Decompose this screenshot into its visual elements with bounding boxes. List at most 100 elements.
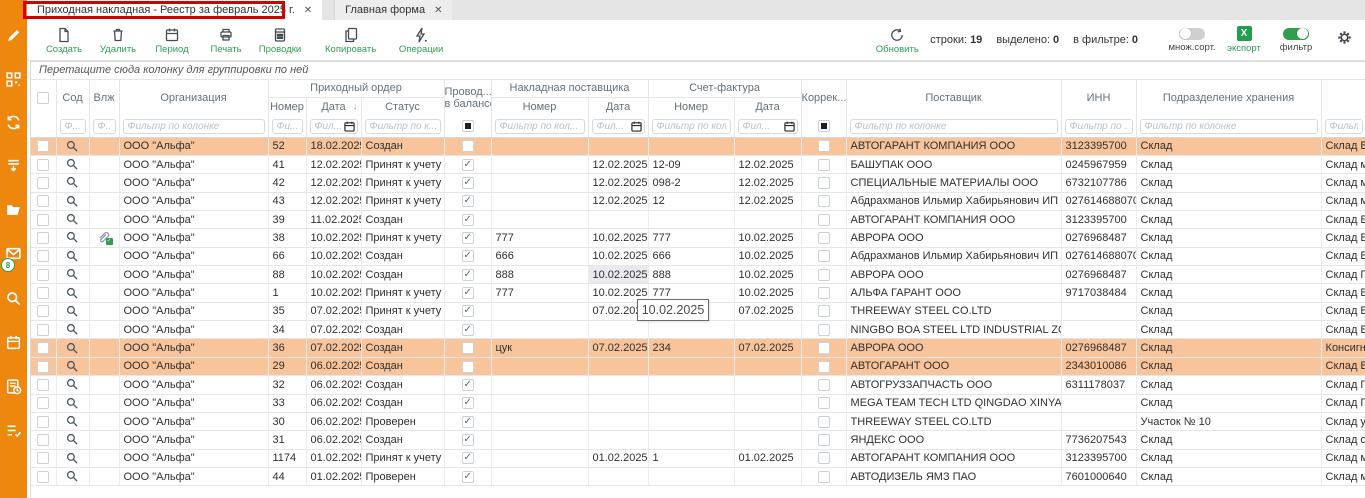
cell-organization[interactable]: ООО "Альфа"	[119, 357, 268, 375]
cell-order-number[interactable]: 88	[268, 266, 306, 284]
cell-order-date[interactable]: 06.02.2025	[306, 376, 361, 394]
cell-attachment[interactable]	[89, 467, 119, 485]
cell-facture-number[interactable]	[648, 431, 734, 449]
magnifier-icon[interactable]	[66, 287, 79, 300]
table-row[interactable]: ООО "Альфа"4112.02.2025Принят к учету12.…	[31, 155, 1365, 173]
cell-invoice-number[interactable]: 777	[491, 284, 588, 302]
cell-inn[interactable]: 9717038484	[1061, 284, 1136, 302]
cell-inn[interactable]	[1061, 321, 1136, 339]
folder-icon[interactable]	[5, 201, 22, 218]
correction-checkbox[interactable]	[818, 195, 830, 207]
magnifier-icon[interactable]	[66, 397, 79, 410]
cell-status[interactable]: Создан	[361, 394, 444, 412]
cell-invoice-date[interactable]	[588, 394, 648, 412]
cell-attachment[interactable]	[89, 394, 119, 412]
magnifier-icon[interactable]	[66, 231, 79, 244]
table-row[interactable]: ООО "Альфа"3206.02.2025СозданАВТОГРУЗЗАП…	[31, 376, 1365, 394]
posted-checkbox[interactable]	[462, 361, 474, 373]
cell-invoice-date[interactable]: 10.02.2025	[588, 229, 648, 247]
row-select-checkbox[interactable]	[37, 214, 49, 226]
cell-facture-number[interactable]: 12	[648, 192, 734, 210]
col-header-order-date[interactable]: Дата↓	[306, 97, 361, 116]
cell-invoice-number[interactable]	[491, 192, 588, 210]
cell-invoice-date[interactable]: 10.02.2025	[588, 266, 648, 284]
posted-checkbox[interactable]	[462, 287, 474, 299]
cell-status[interactable]: Создан	[361, 357, 444, 375]
cell-order-number[interactable]: 41	[268, 155, 306, 173]
cell-invoice-date[interactable]	[588, 321, 648, 339]
cell-inn[interactable]	[1061, 412, 1136, 430]
col-header-storage-dept[interactable]: Подразделение хранения	[1136, 80, 1321, 116]
cell-organization[interactable]: ООО "Альфа"	[119, 339, 268, 357]
posted-checkbox[interactable]	[462, 140, 474, 152]
magnifier-icon[interactable]	[66, 158, 79, 171]
magnifier-icon[interactable]	[66, 305, 79, 318]
cell-storage-dept-2[interactable]: Склад Ва	[1321, 321, 1365, 339]
magnifier-icon[interactable]	[66, 140, 79, 153]
cell-facture-date[interactable]	[734, 357, 801, 375]
cell-order-number[interactable]: 33	[268, 394, 306, 412]
cell-invoice-date[interactable]	[588, 376, 648, 394]
filter-inn-input[interactable]	[1065, 119, 1133, 134]
cell-facture-number[interactable]	[648, 376, 734, 394]
cell-storage-dept-2[interactable]: Склад ГП	[1321, 376, 1365, 394]
cell-order-number[interactable]: 29	[268, 357, 306, 375]
cell-order-number[interactable]: 44	[268, 467, 306, 485]
cell-storage-dept-2[interactable]: Склад ма	[1321, 155, 1365, 173]
correction-checkbox[interactable]	[818, 452, 830, 464]
cell-facture-number[interactable]	[648, 394, 734, 412]
cell-facture-date[interactable]	[734, 321, 801, 339]
cell-invoice-date[interactable]	[588, 357, 648, 375]
cell-invoice-number[interactable]	[491, 394, 588, 412]
posted-checkbox[interactable]	[462, 434, 474, 446]
cell-inn[interactable]	[1061, 302, 1136, 320]
cell-storage-dept-2[interactable]: Склад ГП	[1321, 394, 1365, 412]
col-header-correction[interactable]: Коррек...	[801, 80, 846, 116]
cell-storage-dept-2[interactable]: Склад уч	[1321, 412, 1365, 430]
cell-order-number[interactable]: 42	[268, 174, 306, 192]
cell-status[interactable]: Создан	[361, 376, 444, 394]
cell-organization[interactable]: ООО "Альфа"	[119, 137, 268, 155]
cell-status[interactable]: Принят к учету	[361, 229, 444, 247]
row-select-checkbox[interactable]	[37, 452, 49, 464]
cell-order-number[interactable]: 39	[268, 210, 306, 228]
cell-inn[interactable]: 0276968487	[1061, 229, 1136, 247]
print-queue-icon[interactable]	[5, 157, 22, 174]
cell-supplier[interactable]: АВРОРА ООО	[846, 266, 1061, 284]
search-icon[interactable]	[5, 290, 22, 307]
cell-supplier[interactable]: THREEWAY STEEL CO.LTD	[846, 302, 1061, 320]
cell-status[interactable]: Создан	[361, 210, 444, 228]
cell-invoice-number[interactable]	[491, 174, 588, 192]
filter-storage-dept-input[interactable]	[1140, 119, 1318, 134]
cell-attachment[interactable]	[89, 321, 119, 339]
cell-order-date[interactable]: 12.02.2025	[306, 174, 361, 192]
table-row[interactable]: ✓ООО "Альфа"3810.02.2025Принят к учету77…	[31, 229, 1365, 247]
cell-organization[interactable]: ООО "Альфа"	[119, 247, 268, 265]
operations-button[interactable]: Операции	[398, 25, 444, 55]
col-header-organization[interactable]: Организация	[119, 80, 268, 116]
cell-facture-date[interactable]: 01.02.2025	[734, 449, 801, 467]
cell-attachment[interactable]	[89, 412, 119, 430]
cell-storage-dept[interactable]: Склад	[1136, 229, 1321, 247]
cell-order-number[interactable]: 35	[268, 302, 306, 320]
filter-supplier-input[interactable]	[850, 119, 1058, 134]
filter-order-number-input[interactable]	[272, 119, 303, 134]
cell-order-date[interactable]: 07.02.2025	[306, 321, 361, 339]
col-header-attachments[interactable]: Влж	[89, 80, 119, 116]
correction-checkbox[interactable]	[818, 177, 830, 189]
export-button[interactable]: X экспорт	[1218, 26, 1270, 54]
cell-facture-number[interactable]: 1	[648, 449, 734, 467]
cell-storage-dept-2[interactable]: Склад ма	[1321, 467, 1365, 485]
cell-storage-dept-2[interactable]: Склад БИ	[1321, 229, 1365, 247]
cell-status[interactable]: Принят к учету	[361, 302, 444, 320]
cell-invoice-number[interactable]: 777	[491, 229, 588, 247]
magnifier-icon[interactable]	[66, 176, 79, 189]
cell-invoice-number[interactable]: цук	[491, 339, 588, 357]
cell-inn[interactable]: 3123395700	[1061, 210, 1136, 228]
cell-facture-number[interactable]	[648, 412, 734, 430]
cell-invoice-date[interactable]	[588, 210, 648, 228]
table-row[interactable]: ООО "Альфа"4312.02.2025Принят к учету12.…	[31, 192, 1365, 210]
filter-attachments-input[interactable]	[93, 119, 116, 134]
cell-storage-dept[interactable]: Склад	[1136, 210, 1321, 228]
cell-attachment[interactable]	[89, 339, 119, 357]
